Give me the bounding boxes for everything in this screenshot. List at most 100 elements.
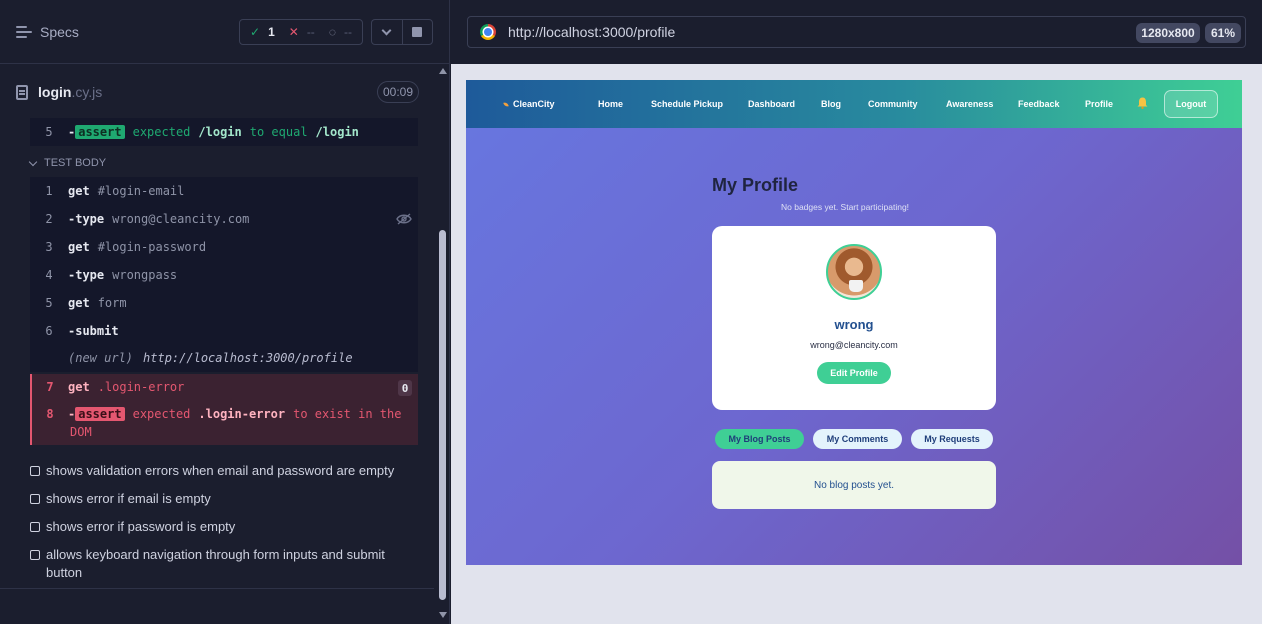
leaf-icon — [503, 100, 509, 108]
scroll-thumb[interactable] — [439, 230, 446, 600]
url-bar[interactable]: http://localhost:3000/profile 1280x800 6… — [467, 16, 1246, 48]
badges-message: No badges yet. Start participating! — [781, 202, 910, 212]
assert-wrap-row: DOM — [70, 425, 92, 439]
app-viewport: CleanCity Home Schedule Pickup Dashboard… — [466, 80, 1242, 565]
browser-panel: http://localhost:3000/profile 1280x800 6… — [451, 0, 1262, 624]
assert-expected: expected — [132, 407, 191, 421]
nav-awareness[interactable]: Awareness — [946, 99, 993, 109]
command-row[interactable]: 6 -submit — [30, 317, 418, 345]
command-prefix: - — [68, 407, 76, 421]
command-number: 5 — [45, 125, 53, 139]
command-number: 5 — [45, 296, 53, 310]
new-url-value: http://localhost:3000/profile — [143, 351, 353, 365]
command-number: 7 — [46, 380, 54, 394]
bell-icon[interactable] — [1137, 97, 1148, 109]
file-icon — [16, 84, 28, 100]
viewport-size-badge[interactable]: 1280x800 — [1136, 23, 1200, 43]
passed-count: 1 — [268, 25, 275, 39]
command-name: get — [68, 296, 90, 310]
test-item[interactable]: allows keyboard navigation through form … — [30, 546, 390, 582]
failed-command-row[interactable]: 7 get .login-error — [32, 380, 184, 394]
check-icon: ✓ — [250, 25, 261, 39]
assert-target: /login — [315, 125, 359, 139]
url-strip: http://localhost:3000/profile 1280x800 6… — [451, 0, 1262, 64]
specs-title[interactable]: Specs — [40, 24, 79, 40]
command-name: get — [68, 240, 90, 254]
pending-test-icon — [30, 550, 40, 560]
assert-matcher: to exist in the — [293, 407, 402, 421]
assert-badge: assert — [75, 125, 125, 139]
command-number: 3 — [45, 240, 53, 254]
command-number: 6 — [45, 324, 53, 338]
scroll-down-icon[interactable] — [439, 612, 447, 618]
command-number: 8 — [46, 407, 54, 421]
test-item[interactable]: shows error if email is empty — [30, 490, 211, 508]
test-item[interactable]: shows error if password is empty — [30, 518, 235, 536]
chevron-down-icon — [28, 157, 38, 166]
command-arg: #login-email — [97, 184, 185, 198]
command-name: -type — [68, 212, 105, 226]
logo-text: CleanCity — [513, 99, 555, 109]
command-arg: wrong@cleancity.com — [112, 212, 250, 226]
command-number: 1 — [45, 184, 53, 198]
new-url-row[interactable]: (new url) http://localhost:3000/profile — [30, 344, 418, 372]
command-row[interactable]: 4 -type wrongpass — [30, 261, 418, 289]
avatar — [826, 244, 882, 300]
tab-my-blog-posts[interactable]: My Blog Posts — [715, 429, 804, 449]
command-name: -submit — [68, 324, 119, 338]
pending-count: -- — [343, 25, 352, 39]
failed-command-row[interactable]: 8 - assert expected .login-error to exis… — [32, 407, 401, 421]
edit-profile-button[interactable]: Edit Profile — [817, 362, 891, 384]
command-name: -type — [68, 268, 105, 282]
page-title: My Profile — [712, 175, 799, 195]
nav-home[interactable]: Home — [598, 99, 623, 109]
chrome-icon — [480, 24, 496, 40]
failed-count: -- — [306, 25, 315, 39]
app: Specs ✓ 1 ✕ -- ◌ -- login .cy.js 00:09 5 … — [0, 0, 1262, 624]
spec-header[interactable]: login .cy.js — [0, 64, 434, 120]
collapse-button[interactable] — [372, 20, 402, 44]
test-title: shows validation errors when email and p… — [46, 463, 395, 478]
eye-slash-icon[interactable] — [396, 213, 412, 225]
assert-value: /login — [198, 125, 242, 139]
command-row[interactable]: 3 get #login-password — [30, 233, 418, 261]
pending-test-icon — [30, 494, 40, 504]
pending-test-icon — [30, 522, 40, 532]
command-row[interactable]: 5 - assert expected /login to equal /log… — [30, 118, 418, 146]
nav-profile[interactable]: Profile — [1085, 99, 1113, 109]
assert-matcher-wrap: DOM — [70, 425, 92, 439]
nav-feedback[interactable]: Feedback — [1018, 99, 1060, 109]
test-item[interactable]: shows validation errors when email and p… — [30, 462, 394, 480]
command-number: 2 — [45, 212, 53, 226]
command-row[interactable]: 1 get #login-email — [30, 177, 418, 205]
scroll-up-icon[interactable] — [439, 68, 447, 74]
command-row[interactable]: 5 get form — [30, 289, 418, 317]
test-body-header[interactable]: TEST BODY — [28, 157, 106, 169]
timer-badge: 00:09 — [377, 81, 419, 103]
pending-test-icon — [30, 466, 40, 476]
menu-icon[interactable] — [16, 25, 32, 39]
command-number: 4 — [45, 268, 53, 282]
x-icon: ✕ — [288, 25, 299, 39]
nav-community[interactable]: Community — [868, 99, 918, 109]
user-name: wrong — [834, 317, 874, 332]
site-logo[interactable]: CleanCity — [503, 99, 555, 109]
command-row[interactable]: 2 -type wrong@cleancity.com — [30, 205, 418, 233]
nav-dashboard[interactable]: Dashboard — [748, 99, 795, 109]
logout-button[interactable]: Logout — [1164, 90, 1218, 118]
reporter-scrollbar[interactable] — [437, 64, 449, 624]
element-count-badge: 0 — [398, 380, 412, 396]
new-url-label: (new url) — [68, 351, 134, 365]
stop-icon — [412, 27, 423, 37]
nav-schedule-pickup[interactable]: Schedule Pickup — [651, 99, 723, 109]
tab-my-comments[interactable]: My Comments — [813, 429, 902, 449]
assert-expected: expected — [132, 125, 191, 139]
url-text[interactable]: http://localhost:3000/profile — [508, 24, 675, 40]
zoom-badge[interactable]: 61% — [1205, 23, 1241, 43]
nav-blog[interactable]: Blog — [821, 99, 841, 109]
spec-name: login — [38, 84, 72, 100]
stop-button[interactable] — [401, 20, 433, 44]
command-arg: form — [97, 296, 127, 310]
tab-my-requests[interactable]: My Requests — [911, 429, 993, 449]
chevron-down-icon — [381, 25, 392, 35]
